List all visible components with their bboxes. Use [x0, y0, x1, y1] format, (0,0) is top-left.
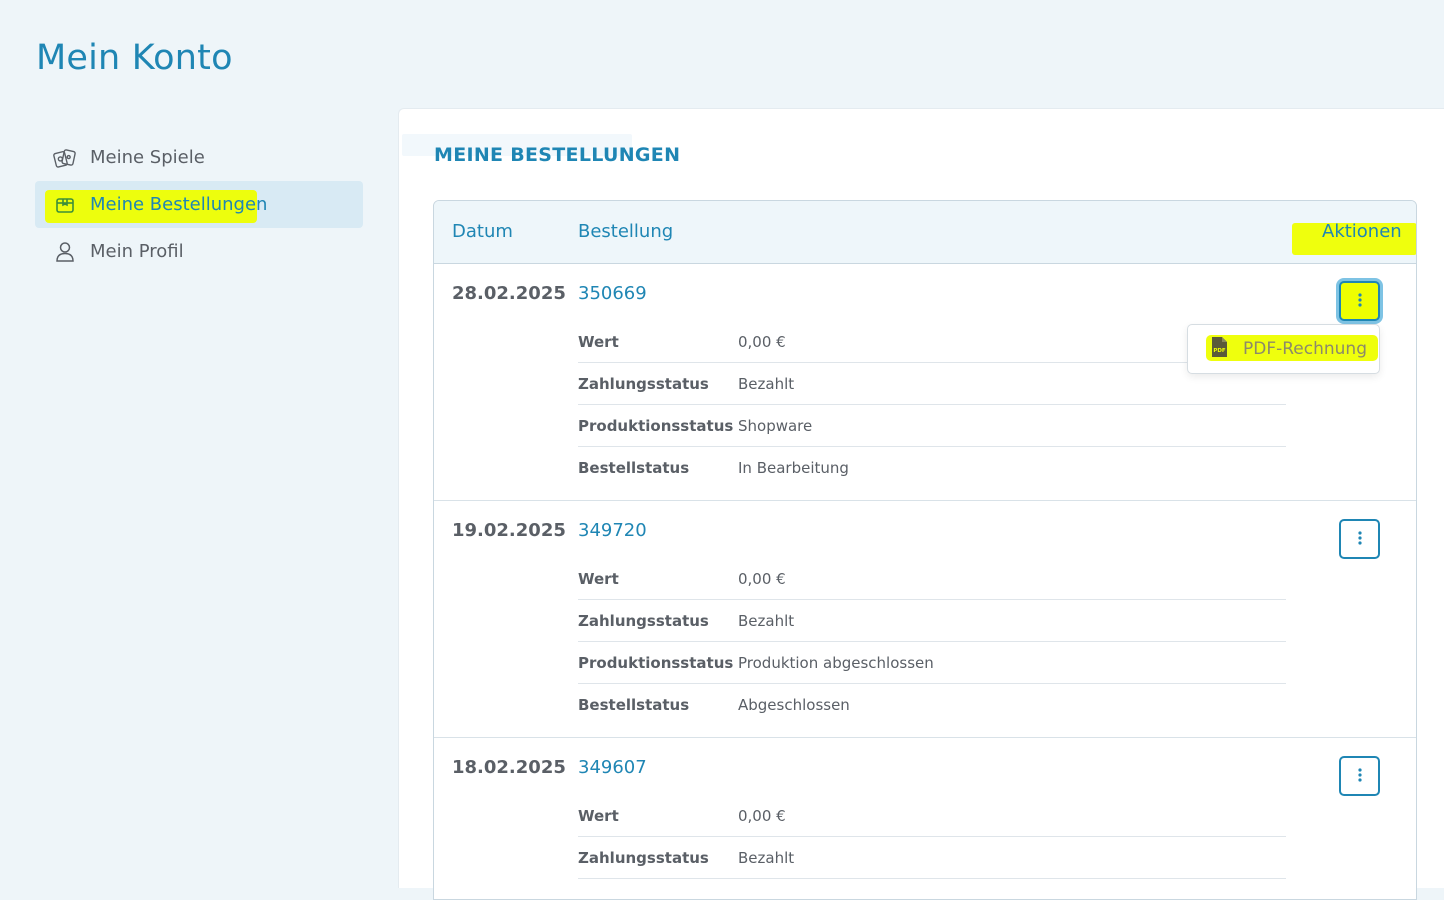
- page-title: Mein Konto: [36, 38, 233, 78]
- svg-text:PDF: PDF: [1213, 348, 1226, 354]
- game-cards-icon: [53, 146, 77, 170]
- account-sidebar: Meine Spiele Meine Bestellungen Mein Pro…: [35, 134, 363, 275]
- orders-table: Datum Bestellung Aktionen 28.02.2025 350…: [433, 200, 1417, 900]
- sidebar-item-label: Meine Spiele: [90, 147, 205, 168]
- order-details: Wert 0,00 € Zahlungsstatus Bezahlt Produ…: [578, 558, 1286, 726]
- more-vertical-icon: [1357, 530, 1362, 549]
- detail-row: Zahlungsstatus Bezahlt: [578, 837, 1286, 879]
- dropdown-item-pdf-rechnung[interactable]: PDF-Rechnung: [1243, 339, 1367, 359]
- detail-key: Zahlungsstatus: [578, 848, 709, 867]
- header-datum: Datum: [452, 221, 513, 242]
- sidebar-item-label: Mein Profil: [90, 241, 184, 262]
- detail-value: 0,00 €: [738, 806, 786, 825]
- detail-key: Wert: [578, 332, 619, 351]
- detail-row: Zahlungsstatus Bezahlt: [578, 363, 1286, 405]
- sidebar-item-label: Meine Bestellungen: [90, 194, 268, 215]
- more-vertical-icon: [1357, 767, 1362, 786]
- pdf-file-icon: PDF: [1210, 336, 1228, 362]
- table-row: 28.02.2025 350669 Wert 0,00 € Zahlungsst…: [434, 264, 1416, 501]
- detail-value: 0,00 €: [738, 569, 786, 588]
- order-number-link[interactable]: 349720: [578, 520, 647, 541]
- order-number-link[interactable]: 350669: [578, 283, 647, 304]
- detail-row: Zahlungsstatus Bezahlt: [578, 600, 1286, 642]
- detail-key: Produktionsstatus: [578, 653, 734, 672]
- detail-value: Bezahlt: [738, 611, 795, 630]
- detail-key: Bestellstatus: [578, 459, 690, 477]
- order-number-link[interactable]: 349607: [578, 757, 647, 778]
- package-icon: [53, 193, 77, 217]
- order-date: 18.02.2025: [452, 757, 566, 778]
- section-title: MEINE BESTELLUNGEN: [434, 144, 681, 166]
- sidebar-item-meine-bestellungen[interactable]: Meine Bestellungen: [35, 181, 363, 228]
- order-details: Wert 0,00 € Zahlungsstatus Bezahlt: [578, 795, 1286, 879]
- detail-value: Bezahlt: [738, 374, 795, 393]
- actions-dropdown-menu[interactable]: PDF PDF-Rechnung: [1187, 324, 1380, 374]
- detail-row: Produktionsstatus Produktion abgeschloss…: [578, 642, 1286, 684]
- row-actions-button[interactable]: [1339, 519, 1380, 559]
- user-icon: [53, 240, 77, 264]
- row-actions-button[interactable]: [1339, 281, 1380, 321]
- detail-value: Shopware: [738, 416, 813, 435]
- table-header: Datum Bestellung Aktionen: [434, 201, 1416, 264]
- detail-value: Bezahlt: [738, 848, 795, 867]
- table-row: 18.02.2025 349607 Wert 0,00 € Zahlungsst…: [434, 738, 1416, 899]
- table-row: 19.02.2025 349720 Wert 0,00 € Zahlungsst…: [434, 501, 1416, 738]
- detail-key: Produktionsstatus: [578, 416, 734, 435]
- detail-key: Wert: [578, 806, 619, 825]
- detail-row: Produktionsstatus Shopware: [578, 405, 1286, 447]
- order-date: 19.02.2025: [452, 520, 566, 541]
- detail-key: Zahlungsstatus: [578, 611, 709, 630]
- detail-key: Zahlungsstatus: [578, 374, 709, 393]
- order-details: Wert 0,00 € Zahlungsstatus Bezahlt Produ…: [578, 321, 1286, 489]
- detail-row: Wert 0,00 €: [578, 795, 1286, 837]
- header-bestellung: Bestellung: [578, 221, 674, 242]
- header-aktionen: Aktionen: [1322, 221, 1402, 242]
- row-actions-button[interactable]: [1339, 756, 1380, 796]
- detail-value: In Bearbeitung: [738, 459, 849, 477]
- detail-key: Wert: [578, 569, 619, 588]
- detail-row: Bestellstatus In Bearbeitung: [578, 447, 1286, 489]
- detail-row: Wert 0,00 €: [578, 321, 1286, 363]
- sidebar-item-meine-spiele[interactable]: Meine Spiele: [35, 134, 363, 181]
- detail-row: Wert 0,00 €: [578, 558, 1286, 600]
- order-date: 28.02.2025: [452, 283, 566, 304]
- detail-row: Bestellstatus Abgeschlossen: [578, 684, 1286, 726]
- sidebar-item-mein-profil[interactable]: Mein Profil: [35, 228, 363, 275]
- detail-value: Produktion abgeschlossen: [738, 653, 934, 672]
- detail-value: 0,00 €: [738, 332, 786, 351]
- detail-value: Abgeschlossen: [738, 696, 850, 714]
- more-vertical-icon: [1357, 292, 1362, 311]
- detail-key: Bestellstatus: [578, 696, 690, 714]
